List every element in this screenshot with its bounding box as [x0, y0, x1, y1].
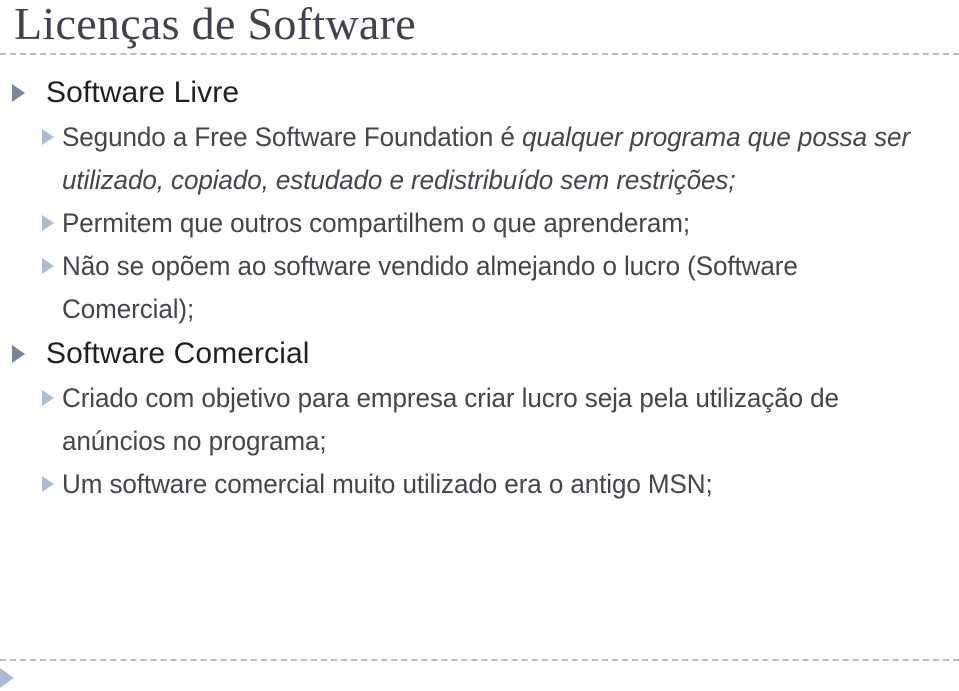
list-item: Não se opõem ao software vendido almejan…	[0, 245, 959, 331]
list-item: Criado com objetivo para empresa criar l…	[0, 377, 959, 463]
list-item-text-part: Segundo a Free Software Foundation é	[62, 122, 522, 152]
page-title: Licenças de Software	[14, 0, 416, 49]
section-heading-software-comercial: Software Comercial	[0, 331, 959, 377]
list-item: Um software comercial muito utilizado er…	[0, 463, 959, 506]
slide: Licenças de Software Software Livre Segu…	[0, 0, 959, 691]
title-divider	[0, 53, 959, 55]
list-item-text: Criado com objetivo para empresa criar l…	[62, 383, 839, 456]
list-item-text: Segundo a Free Software Foundation é qua…	[62, 116, 928, 202]
list-item: Segundo a Free Software Foundation é qua…	[0, 116, 959, 202]
triangle-right-icon	[42, 476, 54, 492]
section-heading-software-livre: Software Livre	[0, 70, 959, 116]
list-item-text: Permitem que outros compartilhem o que a…	[62, 208, 691, 238]
triangle-right-icon	[42, 258, 54, 274]
list-item-text: Não se opõem ao software vendido almejan…	[62, 251, 798, 324]
triangle-right-icon	[12, 345, 25, 363]
section-heading-label: Software Comercial	[46, 337, 310, 370]
list-item: Permitem que outros compartilhem o que a…	[0, 202, 959, 245]
triangle-right-icon	[12, 84, 25, 102]
triangle-right-icon	[42, 390, 54, 406]
triangle-right-icon	[0, 668, 14, 688]
triangle-right-icon	[42, 215, 54, 231]
triangle-right-icon	[42, 129, 54, 145]
section-heading-label: Software Livre	[46, 76, 240, 109]
slide-body: Software Livre Segundo a Free Software F…	[0, 70, 959, 506]
footer-divider	[0, 659, 959, 661]
list-item-text: Um software comercial muito utilizado er…	[62, 469, 713, 499]
